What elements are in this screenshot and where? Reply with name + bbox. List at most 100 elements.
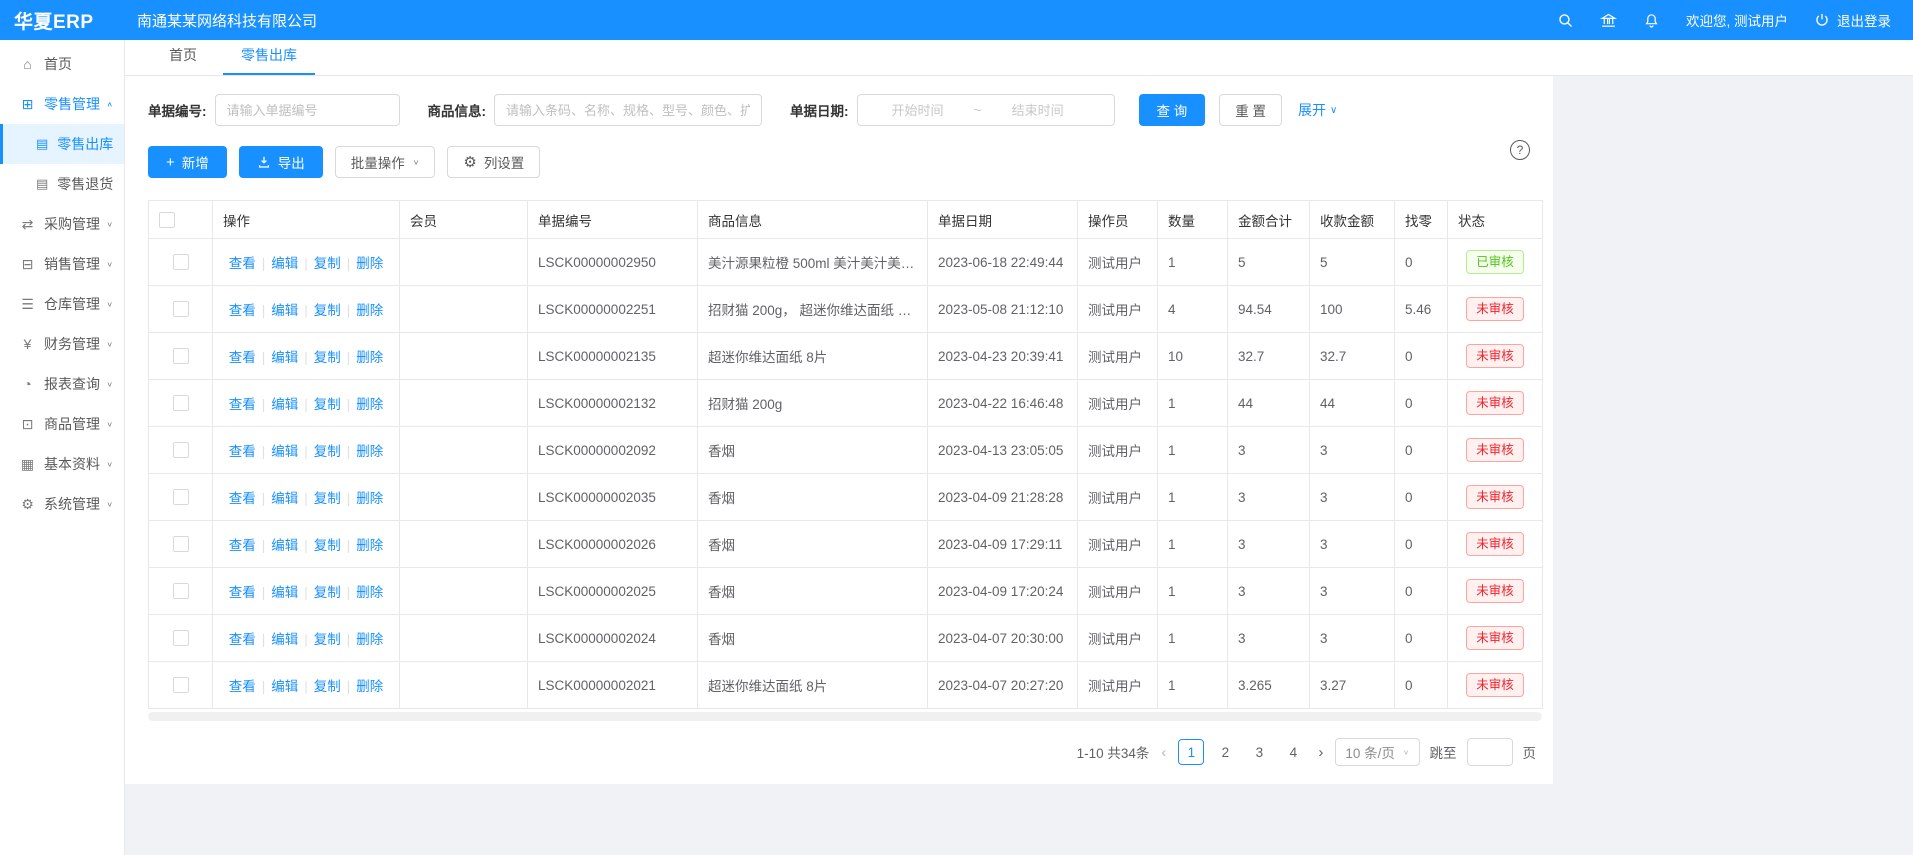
help-icon[interactable]: ? (1510, 140, 1530, 160)
page-button-2[interactable]: 2 (1212, 739, 1238, 765)
row-actions-cell: 查看|编辑|复制|删除 (213, 474, 400, 521)
action-edit-link[interactable]: 编辑 (271, 256, 298, 271)
action-view-link[interactable]: 查看 (229, 350, 256, 365)
row-checkbox[interactable] (173, 348, 189, 364)
bell-icon[interactable] (1643, 12, 1660, 29)
tab-retail-outbound[interactable]: 零售出库 (223, 37, 315, 75)
add-button[interactable]: + 新增 (148, 146, 227, 178)
action-copy-link[interactable]: 复制 (314, 256, 341, 271)
action-separator: | (262, 444, 266, 459)
export-button[interactable]: 导出 (239, 146, 323, 178)
total-amount-cell: 94.54 (1228, 286, 1310, 333)
action-copy-link[interactable]: 复制 (314, 632, 341, 647)
action-copy-link[interactable]: 复制 (314, 303, 341, 318)
action-delete-link[interactable]: 删除 (356, 538, 383, 553)
action-delete-link[interactable]: 删除 (356, 256, 383, 271)
welcome-user[interactable]: 欢迎您, 测试用户 (1686, 10, 1788, 30)
action-view-link[interactable]: 查看 (229, 444, 256, 459)
row-checkbox[interactable] (173, 630, 189, 646)
row-checkbox[interactable] (173, 489, 189, 505)
action-view-link[interactable]: 查看 (229, 397, 256, 412)
action-copy-link[interactable]: 复制 (314, 679, 341, 694)
action-view-link[interactable]: 查看 (229, 679, 256, 694)
action-delete-link[interactable]: 删除 (356, 632, 383, 647)
row-checkbox[interactable] (173, 254, 189, 270)
action-edit-link[interactable]: 编辑 (271, 303, 298, 318)
action-edit-link[interactable]: 编辑 (271, 538, 298, 553)
page-button-3[interactable]: 3 (1246, 739, 1272, 765)
sidebar-item-home[interactable]: ⌂首页 (0, 44, 124, 84)
column-settings-button[interactable]: ⚙ 列设置 (447, 146, 540, 178)
action-view-link[interactable]: 查看 (229, 256, 256, 271)
action-view-link[interactable]: 查看 (229, 303, 256, 318)
action-view-link[interactable]: 查看 (229, 538, 256, 553)
row-checkbox[interactable] (173, 677, 189, 693)
sidebar-item-warehouse-mgmt[interactable]: ☰仓库管理∨ (0, 284, 124, 324)
page-size-select[interactable]: 10 条/页 ∨ (1335, 738, 1419, 766)
sidebar-item-finance-mgmt[interactable]: ¥财务管理∨ (0, 324, 124, 364)
product-info-input[interactable] (494, 94, 762, 126)
reset-button[interactable]: 重 置 (1219, 94, 1282, 126)
action-edit-link[interactable]: 编辑 (271, 397, 298, 412)
action-view-link[interactable]: 查看 (229, 585, 256, 600)
action-delete-link[interactable]: 删除 (356, 491, 383, 506)
sidebar-item-basic-data[interactable]: ▦基本资料∨ (0, 444, 124, 484)
action-edit-link[interactable]: 编辑 (271, 585, 298, 600)
action-separator: | (262, 585, 266, 600)
status-cell: 未审核 (1448, 521, 1543, 568)
row-checkbox[interactable] (173, 395, 189, 411)
search-button[interactable]: 查 询 (1139, 94, 1206, 126)
next-page-icon[interactable]: › (1316, 744, 1325, 761)
row-checkbox[interactable] (173, 583, 189, 599)
prev-page-icon[interactable]: ‹ (1159, 744, 1168, 761)
action-delete-link[interactable]: 删除 (356, 303, 383, 318)
quantity-cell: 4 (1158, 286, 1228, 333)
action-view-link[interactable]: 查看 (229, 491, 256, 506)
action-copy-link[interactable]: 复制 (314, 585, 341, 600)
action-copy-link[interactable]: 复制 (314, 538, 341, 553)
action-edit-link[interactable]: 编辑 (271, 444, 298, 459)
tab-home[interactable]: 首页 (151, 37, 215, 75)
end-date-input[interactable] (986, 103, 1090, 118)
sidebar-item-sales-mgmt[interactable]: ⊟销售管理∨ (0, 244, 124, 284)
action-edit-link[interactable]: 编辑 (271, 350, 298, 365)
horizontal-scrollbar[interactable] (148, 712, 1542, 721)
logout-button[interactable]: 退出登录 (1814, 10, 1891, 30)
action-view-link[interactable]: 查看 (229, 632, 256, 647)
action-edit-link[interactable]: 编辑 (271, 679, 298, 694)
row-checkbox[interactable] (173, 301, 189, 317)
expand-filters-link[interactable]: 展开 ∨ (1298, 100, 1337, 120)
action-delete-link[interactable]: 删除 (356, 585, 383, 600)
sidebar-item-system-mgmt[interactable]: ⚙系统管理∨ (0, 484, 124, 524)
page-button-4[interactable]: 4 (1280, 739, 1306, 765)
page-button-1[interactable]: 1 (1178, 739, 1204, 765)
action-edit-link[interactable]: 编辑 (271, 632, 298, 647)
row-checkbox[interactable] (173, 442, 189, 458)
row-checkbox[interactable] (173, 536, 189, 552)
total-amount-cell: 3 (1228, 474, 1310, 521)
sidebar-item-report-query[interactable]: ◔报表查询∨ (0, 364, 124, 404)
sidebar-item-retail-return[interactable]: ▤零售退货 (0, 164, 124, 204)
action-delete-link[interactable]: 删除 (356, 350, 383, 365)
sidebar-item-goods-mgmt[interactable]: ⊡商品管理∨ (0, 404, 124, 444)
action-copy-link[interactable]: 复制 (314, 444, 341, 459)
sidebar-item-retail-outbound[interactable]: ▤零售出库 (0, 124, 124, 164)
search-icon[interactable] (1557, 12, 1574, 29)
action-copy-link[interactable]: 复制 (314, 350, 341, 365)
select-all-checkbox[interactable] (159, 212, 175, 228)
jump-page-input[interactable] (1467, 738, 1513, 766)
sidebar-item-retail-mgmt[interactable]: ⊞零售管理∧ (0, 84, 124, 124)
action-delete-link[interactable]: 删除 (356, 679, 383, 694)
action-edit-link[interactable]: 编辑 (271, 491, 298, 506)
action-delete-link[interactable]: 删除 (356, 444, 383, 459)
batch-actions-button[interactable]: 批量操作 ∨ (335, 146, 436, 178)
action-copy-link[interactable]: 复制 (314, 397, 341, 412)
date-range-picker[interactable]: ~ (857, 94, 1115, 126)
bank-icon[interactable] (1600, 12, 1617, 29)
action-copy-link[interactable]: 复制 (314, 491, 341, 506)
sidebar-item-purchase-mgmt[interactable]: ⇄采购管理∨ (0, 204, 124, 244)
status-cell: 未审核 (1448, 474, 1543, 521)
start-date-input[interactable] (866, 103, 970, 118)
bill-no-input[interactable] (215, 94, 400, 126)
action-delete-link[interactable]: 删除 (356, 397, 383, 412)
